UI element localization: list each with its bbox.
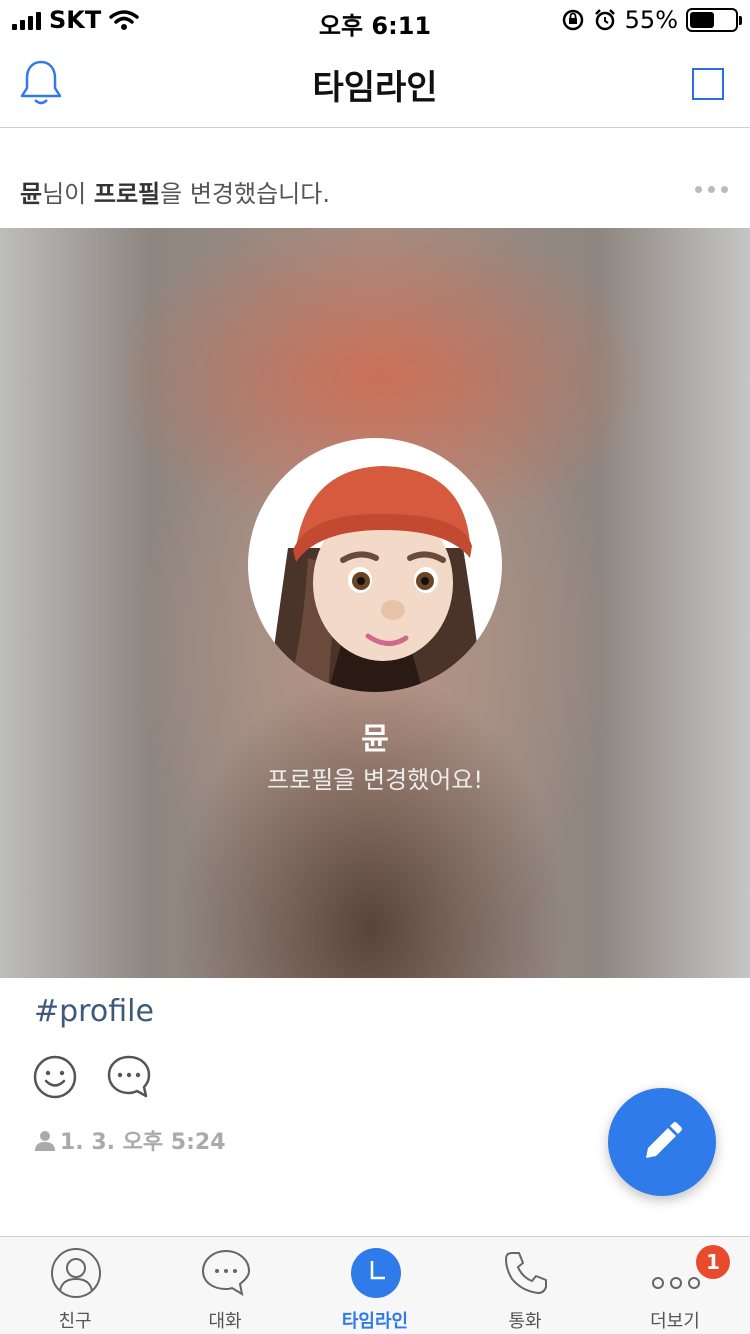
write-post-button[interactable] xyxy=(608,1088,716,1196)
alarm-icon xyxy=(594,9,615,31)
tab-label: 타임라인 xyxy=(341,1311,409,1332)
status-right: 55% xyxy=(561,6,742,34)
notification-badge: 1 xyxy=(696,1245,730,1279)
page-title: 타임라인 xyxy=(312,68,438,108)
post-meta: 1. 3. 오후 5:24 xyxy=(34,1124,226,1156)
person-icon xyxy=(35,1131,55,1151)
post-header-text: 뮨님이 프로필을 변경했습니다. xyxy=(20,174,330,209)
post-highlight: 프로필 xyxy=(93,180,161,208)
tab-label: 대화 xyxy=(208,1311,242,1332)
timeline-icon xyxy=(351,1248,401,1298)
tab-friends[interactable]: 친구 xyxy=(0,1237,150,1334)
more-icon xyxy=(652,1277,700,1289)
memoji-avatar xyxy=(268,466,483,692)
hashtag-link[interactable]: #profile xyxy=(34,994,154,1029)
post-timestamp: 1. 3. 오후 5:24 xyxy=(60,1130,226,1155)
square-icon[interactable] xyxy=(692,68,724,100)
post-author[interactable]: 뮨 xyxy=(20,180,42,208)
post-header: 뮨님이 프로필을 변경했습니다. xyxy=(0,128,750,228)
comment-icon[interactable] xyxy=(106,1054,152,1100)
more-options-icon[interactable] xyxy=(695,186,728,193)
chat-icon xyxy=(201,1249,251,1297)
tab-calls[interactable]: 통화 xyxy=(450,1237,600,1334)
profile-status-message: 프로필을 변경했어요! xyxy=(267,766,483,794)
avatar[interactable] xyxy=(248,438,502,692)
tab-chats[interactable]: 대화 xyxy=(150,1237,300,1334)
tab-timeline[interactable]: 타임라인 xyxy=(300,1237,450,1334)
battery-icon xyxy=(686,8,742,32)
tab-label: 통화 xyxy=(508,1311,542,1332)
friends-icon xyxy=(51,1248,101,1298)
smile-icon[interactable] xyxy=(32,1054,78,1100)
tab-label: 친구 xyxy=(58,1311,92,1332)
battery-percent: 55% xyxy=(624,6,678,34)
tab-more[interactable]: 1 더보기 xyxy=(600,1237,750,1334)
tab-label: 더보기 xyxy=(650,1311,700,1332)
nav-bar: 타임라인 xyxy=(0,40,750,128)
status-bar: SKT 오후 6:11 55% xyxy=(0,0,750,40)
phone-icon xyxy=(505,1252,547,1294)
profile-cover[interactable]: 뮨 프로필을 변경했어요! xyxy=(0,228,750,978)
rotation-lock-icon xyxy=(562,9,583,31)
profile-name: 뮨 xyxy=(361,722,389,757)
post-header-text-2: 을 변경했습니다. xyxy=(160,180,330,208)
post-header-text-1: 님이 xyxy=(42,180,94,208)
pencil-icon xyxy=(646,1122,682,1158)
tab-bar: 친구 대화 타임라인 통화 1 더보기 xyxy=(0,1236,750,1334)
